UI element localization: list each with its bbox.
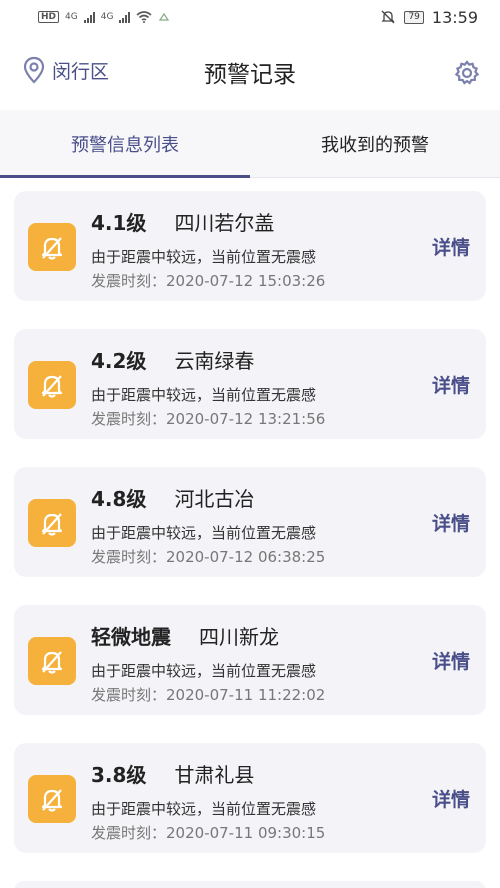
alert-icon-container: [28, 223, 76, 271]
impact-description: 由于距震中较远，当前位置无震感: [91, 662, 317, 680]
list-item[interactable]: 4.2级 云南绿春 由于距震中较远，当前位置无震感 发震时刻：2020-07-1…: [14, 329, 486, 439]
epicenter: 甘肃礼县: [174, 763, 255, 787]
location-selector[interactable]: 闵行区: [22, 56, 109, 84]
card-title: 4.8级 河北古冶: [91, 483, 254, 512]
tab-bar: 预警信息列表 我收到的预警: [0, 110, 500, 178]
network-type-2: 4G: [100, 12, 114, 22]
clock: 13:59: [431, 7, 478, 27]
app-header: 闵行区 预警记录: [0, 34, 500, 110]
card-title: 4.2级 云南绿春: [91, 345, 254, 374]
hd-indicator: HD: [38, 11, 60, 23]
details-link[interactable]: 详情: [432, 371, 470, 398]
status-left: HD 4G 4G: [38, 11, 170, 23]
quake-time: 发震时刻：2020-07-12 15:03:26: [91, 272, 326, 290]
card-title: 轻微地震 四川新龙: [91, 621, 279, 650]
magnitude: 3.8级: [91, 763, 147, 787]
list-item[interactable]: 4.8级 河北古冶 由于距震中较远，当前位置无震感 发震时刻：2020-07-1…: [14, 467, 486, 577]
status-bar: HD 4G 4G 79 13:59: [0, 0, 500, 34]
magnitude: 4.2级: [91, 349, 147, 373]
details-link[interactable]: 详情: [432, 647, 470, 674]
bell-muted-icon: [41, 513, 63, 536]
epicenter: 四川新龙: [199, 625, 279, 649]
epicenter: 云南绿春: [174, 349, 255, 373]
quake-time: 发震时刻：2020-07-11 09:30:15: [91, 824, 326, 842]
tab-received-warnings[interactable]: 我收到的预警: [250, 110, 500, 177]
gear-icon[interactable]: [454, 60, 480, 86]
location-label: 闵行区: [52, 60, 110, 83]
details-link[interactable]: 详情: [432, 509, 470, 536]
epicenter: 四川若尔盖: [174, 211, 275, 235]
network-type-1: 4G: [65, 12, 78, 22]
signal-icon-2: [119, 11, 131, 23]
quake-time: 发震时刻：2020-07-12 13:21:56: [91, 410, 326, 428]
card-title: 4.1级 四川若尔盖: [91, 207, 274, 236]
list-item[interactable]: 3.8级 甘肃礼县 由于距震中较远，当前位置无震感 发震时刻：2020-07-1…: [14, 743, 486, 853]
alert-icon-container: [28, 361, 76, 409]
details-link[interactable]: 详情: [432, 233, 470, 260]
magnitude: 4.1级: [91, 211, 147, 235]
alert-icon-container: [28, 499, 76, 547]
alert-icon-container: [28, 637, 76, 685]
list-item[interactable]: 轻微地震 四川新龙 由于距震中较远，当前位置无震感 发震时刻：2020-07-1…: [14, 605, 486, 715]
details-link[interactable]: 详情: [432, 785, 470, 812]
location-pin-icon: [23, 56, 45, 84]
quake-time: 发震时刻：2020-07-11 11:22:02: [91, 686, 326, 704]
magnitude: 4.8级: [91, 487, 147, 511]
impact-description: 由于距震中较远，当前位置无震感: [91, 386, 317, 404]
status-right: 79 13:59: [380, 8, 478, 27]
page-title: 预警记录: [204, 62, 296, 88]
bell-muted-icon: [41, 789, 63, 812]
wifi-icon: [136, 11, 152, 23]
list-item[interactable]: 4.1级 四川若尔盖 由于距震中较远，当前位置无震感 发震时刻：2020-07-…: [14, 191, 486, 301]
list-item-partial[interactable]: [14, 881, 486, 888]
quake-time: 发震时刻：2020-07-12 06:38:25: [91, 548, 326, 566]
bell-muted-icon: [41, 375, 63, 398]
warning-list: 4.1级 四川若尔盖 由于距震中较远，当前位置无震感 发震时刻：2020-07-…: [14, 191, 486, 881]
notification-icon: [159, 12, 170, 21]
alert-icon-container: [28, 775, 76, 823]
impact-description: 由于距震中较远，当前位置无震感: [91, 248, 317, 266]
impact-description: 由于距震中较远，当前位置无震感: [91, 800, 317, 818]
bell-muted-icon: [41, 651, 63, 674]
magnitude: 轻微地震: [91, 625, 171, 649]
battery-indicator: 79: [404, 10, 424, 24]
tab-warning-list[interactable]: 预警信息列表: [0, 110, 250, 178]
epicenter: 河北古冶: [174, 487, 255, 511]
bell-muted-icon: [41, 237, 63, 260]
card-title: 3.8级 甘肃礼县: [91, 759, 254, 788]
impact-description: 由于距震中较远，当前位置无震感: [91, 524, 317, 542]
mute-bell-icon: [381, 10, 396, 24]
signal-icon: [83, 11, 95, 23]
